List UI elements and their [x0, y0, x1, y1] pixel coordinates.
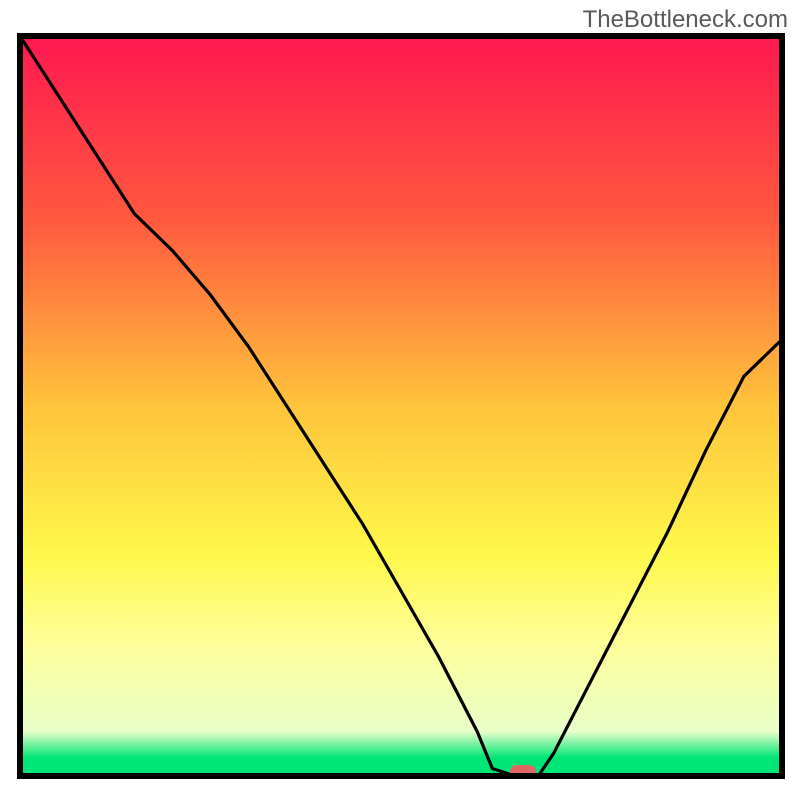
bottleneck-chart [0, 0, 800, 800]
chart-svg [0, 0, 800, 800]
plot-area [20, 36, 782, 779]
gradient-background [20, 36, 782, 776]
watermark-text: TheBottleneck.com [583, 6, 788, 34]
